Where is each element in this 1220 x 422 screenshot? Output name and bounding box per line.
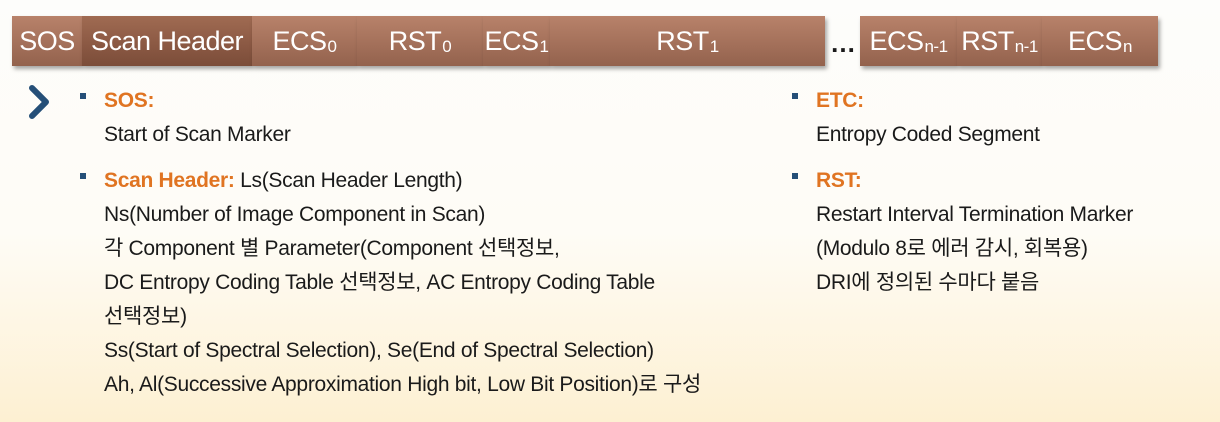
definition-sos: SOS: Start of Scan Marker: [80, 84, 701, 152]
stream-cell-label: ECS: [272, 25, 328, 56]
definition-key: ETC:: [816, 89, 864, 112]
stream-cell-scan-header: Scan Header: [82, 16, 252, 66]
stream-cell-subscript: n-1: [924, 37, 948, 56]
stream-cell-subscript: 0: [442, 37, 452, 56]
definition-text: DC Entropy Coding Table 선택정보, AC Entropy…: [104, 271, 655, 294]
stream-ellipsis: …: [830, 28, 856, 58]
definition-text: DRI에 정의된 수마다 붙음: [816, 271, 1040, 294]
square-bullet-icon: [792, 93, 798, 99]
definition-etc: ETC: Entropy Coded Segment: [792, 84, 1133, 152]
stream-cell-ecs-n: ECS n: [1042, 16, 1158, 66]
definition-term-line: ETC:: [816, 84, 1133, 118]
definition-text: Start of Scan Marker: [104, 123, 291, 146]
definition-text: Ls(Scan Header Length): [234, 169, 463, 192]
square-bullet-icon: [80, 173, 86, 179]
definition-text: 각 Component 별 Parameter(Component 선택정보,: [104, 237, 560, 260]
definition-key: RST:: [816, 169, 862, 192]
definition-text: Ah, Al(Successive Approximation High bit…: [104, 373, 701, 396]
definition-text: Ss(Start of Spectral Selection), Se(End …: [104, 339, 654, 362]
stream-cell-label: ECS: [869, 25, 924, 56]
stream-cell-label: ECS: [484, 25, 540, 56]
definition-rst: RST: Restart Interval Termination Marker…: [792, 164, 1133, 300]
definition-text: Entropy Coded Segment: [816, 123, 1040, 146]
stream-cell-label: RST: [388, 25, 442, 56]
square-bullet-icon: [80, 93, 86, 99]
definition-text: 선택정보): [104, 305, 187, 328]
stream-cell-ecs0: ECS 0: [252, 16, 357, 66]
definition-scan-header: Scan Header: Ls(Scan Header Length) Ns(N…: [80, 164, 701, 402]
stream-cell-label: Scan Header: [90, 25, 244, 56]
definition-key: Scan Header:: [104, 169, 235, 192]
stream-cell-subscript: n: [1123, 37, 1132, 56]
definition-text: Ns(Number of Image Component in Scan): [104, 203, 486, 226]
definition-term-line: RST:: [816, 164, 1133, 198]
definition-key: SOS:: [104, 89, 155, 112]
stream-cell-subscript: n-1: [1014, 37, 1039, 56]
definition-term-line: SOS:: [104, 84, 701, 118]
jpeg-scan-stream-bar: SOS Scan Header ECS 0 RST 0 ECS 1 RST 1 … EC…: [0, 16, 1220, 66]
definition-text: (Modulo 8로 에러 감시, 회복용): [816, 237, 1088, 260]
stream-cell-rst1: RST 1: [550, 16, 825, 66]
square-bullet-icon: [792, 173, 798, 179]
definition-term-line: Scan Header: Ls(Scan Header Length): [104, 164, 701, 198]
stream-cell-subscript: 1: [709, 37, 719, 56]
stream-cell-sos: SOS: [12, 16, 82, 66]
definition-text: Restart Interval Termination Marker: [816, 203, 1134, 226]
stream-cell-ecs-n-1: ECS n-1: [860, 16, 957, 66]
left-definitions: SOS: Start of Scan Marker Scan Header: L…: [80, 84, 701, 402]
right-definitions: ETC: Entropy Coded Segment RST: Restart …: [792, 84, 1133, 300]
stream-cell-subscript: 1: [539, 37, 549, 56]
stream-cell-label: RST: [656, 25, 709, 56]
stream-cell-subscript: 0: [327, 37, 337, 56]
stream-cell-ecs1: ECS 1: [483, 16, 550, 66]
stream-cell-label: SOS: [19, 25, 75, 56]
stream-cell-label: ECS: [1068, 25, 1123, 56]
stream-cell-label: RST: [961, 25, 1014, 56]
chevron-right-icon: [24, 84, 54, 125]
stream-cell-rst-n-1: RST n-1: [957, 16, 1042, 66]
stream-cell-rst0: RST 0: [357, 16, 483, 66]
